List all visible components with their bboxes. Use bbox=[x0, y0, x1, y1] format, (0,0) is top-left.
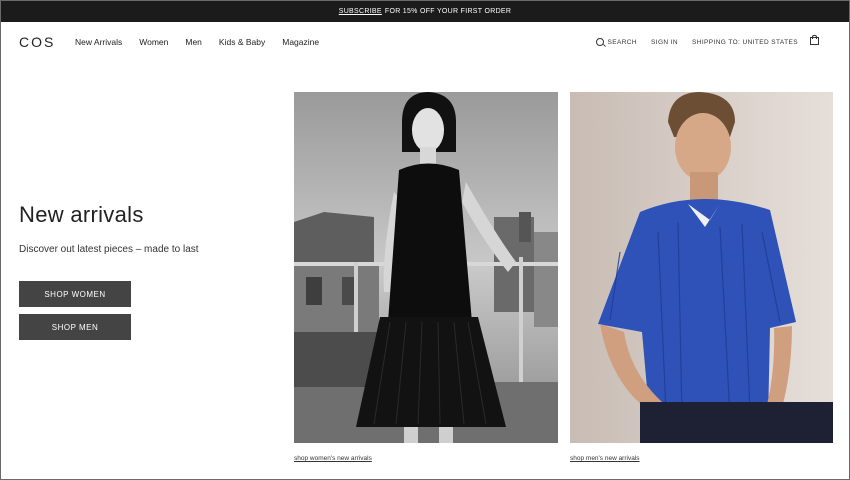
nav-new-arrivals[interactable]: New Arrivals bbox=[75, 37, 122, 47]
cos-logo[interactable]: COS bbox=[19, 34, 55, 50]
search-label: SEARCH bbox=[607, 38, 637, 46]
shop-women-caption-link[interactable]: shop women's new arrivals bbox=[294, 455, 372, 462]
promo-banner: SUBSCRIBE FOR 15% OFF YOUR FIRST ORDER bbox=[0, 0, 850, 22]
nav-magazine[interactable]: Magazine bbox=[282, 37, 319, 47]
main-nav: New Arrivals Women Men Kids & Baby Magaz… bbox=[75, 37, 319, 47]
women-new-arrivals-image[interactable] bbox=[294, 92, 558, 443]
hero-subtitle: Discover out latest pieces – made to las… bbox=[19, 244, 199, 255]
sign-in-link[interactable]: SIGN IN bbox=[651, 39, 678, 46]
bag-icon[interactable] bbox=[810, 35, 819, 45]
shop-men-button[interactable]: SHOP MEN bbox=[19, 314, 131, 340]
shipping-selector[interactable]: SHIPPING TO: UNITED STATES bbox=[692, 39, 798, 46]
shop-men-caption-link[interactable]: shop men's new arrivals bbox=[570, 455, 640, 462]
subscribe-link[interactable]: SUBSCRIBE bbox=[339, 8, 382, 15]
nav-men[interactable]: Men bbox=[185, 37, 202, 47]
search-button[interactable]: SEARCH bbox=[595, 38, 638, 46]
men-new-arrivals-image[interactable] bbox=[570, 92, 833, 443]
shop-women-button[interactable]: SHOP WOMEN bbox=[19, 281, 131, 307]
men-photo bbox=[570, 92, 833, 443]
nav-women[interactable]: Women bbox=[139, 37, 168, 47]
nav-kids-baby[interactable]: Kids & Baby bbox=[219, 37, 265, 47]
search-icon bbox=[595, 38, 604, 46]
utility-nav: SEARCH SIGN IN SHIPPING TO: UNITED STATE… bbox=[595, 38, 799, 46]
hero-title: New arrivals bbox=[19, 202, 144, 227]
women-photo bbox=[294, 92, 558, 443]
promo-text: FOR 15% OFF YOUR FIRST ORDER bbox=[384, 7, 512, 15]
